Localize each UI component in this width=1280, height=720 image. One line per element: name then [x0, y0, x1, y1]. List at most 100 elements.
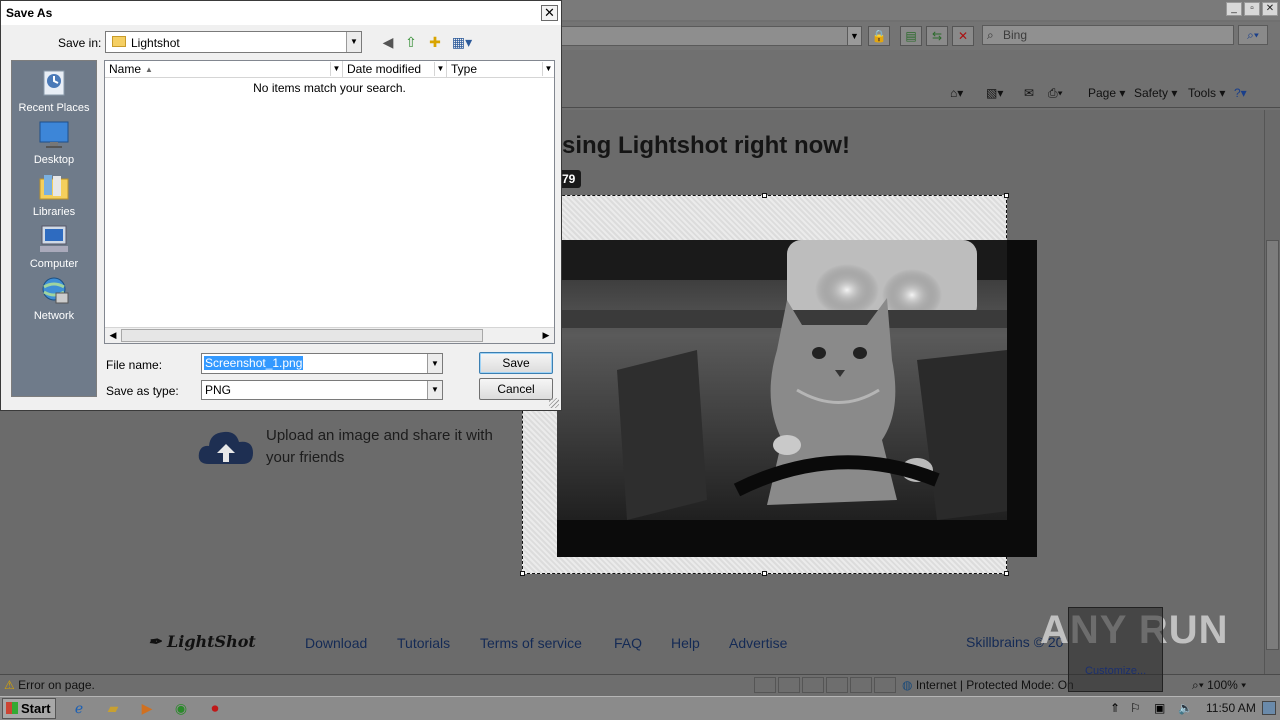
dialog-title: Save As	[1, 1, 561, 25]
horizontal-scrollbar[interactable]: ◀ ▶	[105, 327, 554, 343]
windows-logo-icon	[6, 702, 18, 714]
column-name[interactable]: Name ▲ ▼	[105, 61, 343, 78]
chevron-down-icon[interactable]: ▼	[427, 381, 442, 399]
sort-ascending-icon: ▲	[145, 65, 153, 74]
zoom-icon: ⌕▾	[1192, 678, 1204, 692]
stop-icon[interactable]: ✕	[952, 26, 974, 46]
security-zone[interactable]: ◍ Internet | Protected Mode: On	[902, 678, 1074, 692]
clock[interactable]: 11:50 AM	[1206, 701, 1256, 715]
resize-handle[interactable]	[1004, 193, 1009, 198]
refresh-icon[interactable]: ⇆	[926, 26, 948, 46]
customize-label[interactable]: Customize...	[1085, 665, 1146, 677]
chevron-down-icon[interactable]: ▼	[542, 62, 554, 76]
volume-tray-icon[interactable]: 🔈	[1178, 701, 1193, 715]
address-dropdown-icon[interactable]: ▼	[847, 27, 861, 45]
opera-taskbar-icon[interactable]: ⏺	[200, 698, 230, 719]
feeds-icon[interactable]: ▧▾	[986, 86, 1003, 100]
cancel-button[interactable]: Cancel	[479, 378, 553, 400]
minimize-button[interactable]: _	[1226, 2, 1242, 16]
footer-link-download[interactable]: Download	[305, 635, 367, 651]
resize-handle[interactable]	[762, 571, 767, 576]
start-button[interactable]: Start	[2, 698, 56, 719]
views-menu-icon[interactable]: ▦▾	[449, 33, 475, 51]
network-icon	[38, 275, 70, 307]
flag-tray-icon[interactable]: ⚐	[1130, 701, 1141, 715]
lock-icon[interactable]: 🔒	[868, 26, 890, 46]
resize-handle[interactable]	[762, 193, 767, 198]
scroll-right-icon[interactable]: ▶	[538, 328, 554, 343]
lightshot-logo[interactable]: ✒ LightShot	[148, 632, 256, 651]
resize-handle[interactable]	[520, 571, 525, 576]
compat-view-icon[interactable]: ▤	[900, 26, 922, 46]
mail-icon[interactable]: ✉	[1024, 86, 1034, 100]
home-icon[interactable]: ⌂▾	[950, 86, 963, 100]
page-menu[interactable]: Page ▾	[1088, 86, 1125, 100]
dialog-close-button[interactable]: ✕	[541, 5, 558, 21]
file-name-value: Screenshot_1.png	[204, 356, 304, 370]
search-input[interactable]: ⌕ Bing	[982, 25, 1234, 45]
show-desktop-button[interactable]	[1262, 701, 1276, 715]
chevron-down-icon[interactable]: ▼	[346, 32, 361, 52]
place-label: Desktop	[33, 154, 75, 166]
place-computer[interactable]: Computer	[12, 223, 96, 270]
page-scrollbar[interactable]	[1264, 110, 1280, 674]
scrollbar-thumb[interactable]	[121, 329, 483, 342]
scroll-left-icon[interactable]: ◀	[105, 328, 121, 343]
save-as-dialog: Save As ✕ Save in: Lightshot ▼ ◀ ⇧ ✚ ▦▾ …	[0, 0, 562, 411]
footer-link-help[interactable]: Help	[671, 635, 700, 651]
place-label: Computer	[29, 258, 79, 270]
desktop-icon	[38, 119, 70, 151]
back-icon[interactable]: ◀	[378, 33, 398, 51]
maximize-button[interactable]: ▫	[1244, 2, 1260, 16]
chrome-taskbar-icon[interactable]: ◉	[166, 698, 196, 719]
up-folder-icon[interactable]: ⇧	[401, 33, 421, 51]
close-window-button[interactable]: ✕	[1262, 2, 1278, 16]
place-desktop[interactable]: Desktop	[12, 119, 96, 166]
address-field[interactable]: ▼	[556, 26, 862, 46]
explorer-taskbar-icon[interactable]: ▰	[98, 698, 128, 719]
network-tray-icon[interactable]: ▣	[1154, 701, 1165, 715]
place-recent-places[interactable]: Recent Places	[12, 67, 96, 114]
chevron-down-icon[interactable]: ▼	[434, 62, 446, 76]
scrollbar-thumb[interactable]	[1266, 240, 1279, 650]
zoom-level[interactable]: ⌕▾ 100% ▾	[1192, 678, 1246, 693]
save-as-type-dropdown[interactable]: PNG ▼	[201, 380, 443, 400]
resize-handle[interactable]	[1004, 571, 1009, 576]
column-type[interactable]: Type ▼	[447, 61, 554, 78]
customize-panel[interactable]: Customize...	[1068, 607, 1163, 692]
page-headline: sing Lightshot right now!	[562, 132, 850, 159]
recent-places-icon	[38, 67, 70, 99]
chevron-down-icon[interactable]: ▼	[427, 354, 442, 373]
save-button[interactable]: Save	[479, 352, 553, 374]
chevron-down-icon[interactable]: ▼	[330, 62, 342, 76]
file-list[interactable]: Name ▲ ▼ Date modified ▼ Type ▼ No items…	[104, 60, 555, 344]
save-in-dropdown[interactable]: Lightshot ▼	[105, 31, 362, 53]
file-name-field[interactable]: Screenshot_1.png ▼	[201, 353, 443, 374]
footer-link-terms[interactable]: Terms of service	[480, 635, 582, 651]
search-go-button[interactable]: ⌕▾	[1238, 25, 1268, 45]
ie-taskbar-icon[interactable]: ℯ	[64, 698, 94, 719]
safety-menu[interactable]: Safety ▾	[1134, 86, 1177, 100]
new-folder-icon[interactable]: ✚	[425, 33, 445, 51]
resize-grip[interactable]	[549, 398, 559, 408]
column-label: Date modified	[347, 62, 422, 76]
tools-menu[interactable]: Tools ▾	[1188, 86, 1225, 100]
media-player-taskbar-icon[interactable]: ▶	[132, 698, 162, 719]
status-panel	[850, 677, 872, 693]
footer-link-advertise[interactable]: Advertise	[729, 635, 787, 651]
place-libraries[interactable]: Libraries	[12, 171, 96, 218]
footer-link-tutorials[interactable]: Tutorials	[397, 635, 450, 651]
footer-link-faq[interactable]: FAQ	[614, 635, 642, 651]
column-date-modified[interactable]: Date modified ▼	[343, 61, 447, 78]
place-network[interactable]: Network	[12, 275, 96, 322]
print-icon[interactable]: ⎙▾	[1048, 86, 1063, 101]
save-as-type-label: Save as type:	[106, 384, 179, 398]
status-panel	[802, 677, 824, 693]
help-icon[interactable]: ?▾	[1234, 86, 1247, 100]
search-placeholder: Bing	[1003, 28, 1028, 42]
cat-photo	[557, 240, 1037, 557]
file-name-label: File name:	[106, 358, 163, 372]
tray-expand-icon[interactable]: ⇑	[1110, 701, 1120, 715]
status-error-text[interactable]: ⚠ Error on page.	[4, 678, 95, 692]
column-label: Name	[109, 62, 142, 76]
